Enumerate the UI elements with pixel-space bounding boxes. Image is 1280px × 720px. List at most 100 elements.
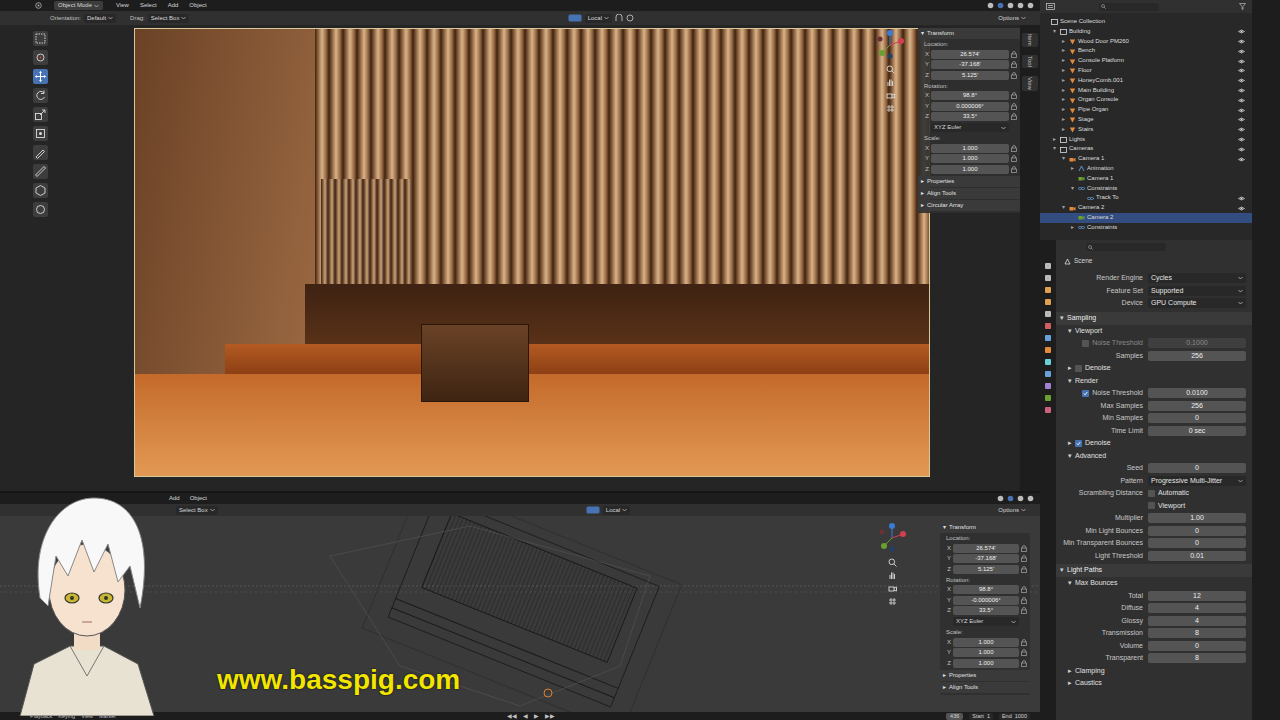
visibility-toggle[interactable]: [1238, 29, 1246, 34]
checkbox[interactable]: [1148, 490, 1155, 497]
playback-button[interactable]: ◀: [523, 712, 528, 720]
panel-header[interactable]: ▾Transform: [940, 522, 1030, 533]
menu-item[interactable]: View: [112, 1, 133, 10]
collapsed-panel[interactable]: ▸Circular Array: [918, 200, 1020, 211]
visibility-toggle[interactable]: [1238, 196, 1246, 201]
pan-hand-icon[interactable]: [888, 571, 897, 580]
subsection-title[interactable]: Viewport: [1075, 326, 1102, 337]
value-field[interactable]: 0: [1148, 538, 1246, 548]
options-dropdown[interactable]: Options: [998, 506, 1026, 515]
properties-tab-icon[interactable]: [1044, 286, 1052, 294]
pivot-dropdown[interactable]: Local: [603, 506, 630, 515]
value-field[interactable]: 1.000: [931, 144, 1009, 153]
outliner-label[interactable]: Stairs: [1078, 125, 1093, 135]
expand-arrow[interactable]: ▸: [1062, 56, 1069, 66]
collapse-arrow[interactable]: ▾: [1068, 578, 1072, 589]
collapse-arrow[interactable]: ▾: [943, 523, 946, 532]
menu-item[interactable]: Object: [185, 1, 210, 10]
value-field[interactable]: 256: [1148, 401, 1246, 411]
value-field[interactable]: 0.0100: [1148, 388, 1246, 398]
eye-icon[interactable]: [1238, 196, 1245, 201]
menu-item[interactable]: Add: [164, 1, 183, 10]
visibility-toggle[interactable]: [1238, 98, 1246, 103]
tool-button[interactable]: [33, 145, 48, 160]
outliner-row[interactable]: ▸Animation: [1040, 164, 1252, 174]
expand-arrow[interactable]: ▸: [1062, 66, 1069, 76]
end-frame-field[interactable]: End1000: [999, 713, 1030, 720]
visibility-toggle[interactable]: [1238, 147, 1246, 152]
subsection-title[interactable]: Max Bounces: [1075, 578, 1117, 589]
sidebar-tab[interactable]: Tool: [1022, 55, 1038, 68]
tool-button[interactable]: [33, 202, 48, 217]
checkbox[interactable]: [1082, 340, 1089, 347]
outliner-row[interactable]: Scene Collection: [1040, 17, 1252, 27]
value-field[interactable]: 1.00: [1148, 513, 1246, 523]
value-field[interactable]: 26.574': [953, 544, 1019, 553]
camera-view-icon[interactable]: [886, 91, 895, 100]
expand-arrow[interactable]: ▸: [921, 201, 924, 210]
tool-button[interactable]: [33, 88, 48, 103]
lock-icon[interactable]: [1011, 92, 1017, 99]
visibility-toggle[interactable]: [1238, 206, 1246, 211]
outliner-label[interactable]: Building: [1069, 27, 1090, 37]
properties-tab-icon[interactable]: [1044, 358, 1052, 366]
rotation-mode-dropdown[interactable]: XYZ Euler: [953, 617, 1019, 626]
lock-icon[interactable]: [1021, 566, 1027, 573]
collapsed-panel[interactable]: ▸Properties: [940, 670, 1030, 681]
tool-button[interactable]: [33, 164, 48, 179]
value-field[interactable]: -37.168': [953, 554, 1019, 563]
outliner-label[interactable]: Console Platform: [1078, 56, 1124, 66]
lock-icon[interactable]: [1021, 597, 1027, 604]
properties-tab-icon[interactable]: [1044, 334, 1052, 342]
expand-arrow[interactable]: ▸: [921, 177, 924, 186]
playback-button[interactable]: ◀◀: [507, 712, 517, 720]
lock-icon[interactable]: [1011, 103, 1017, 110]
menu-item[interactable]: Add: [166, 494, 183, 503]
outliner-row[interactable]: ▸ Console Platform: [1040, 56, 1252, 66]
property-dropdown[interactable]: Supported: [1148, 286, 1246, 296]
axis-gizmo-icon[interactable]: [874, 29, 906, 61]
properties-tab-icon[interactable]: [1044, 274, 1052, 282]
orientation-icon[interactable]: [586, 506, 600, 514]
camera-view-icon[interactable]: [888, 584, 897, 593]
eye-icon[interactable]: [1238, 29, 1245, 34]
visibility-toggle[interactable]: [1238, 88, 1246, 93]
value-field[interactable]: 0: [1148, 463, 1246, 473]
expand-arrow[interactable]: ▸: [1062, 115, 1069, 125]
header-dropdown[interactable]: Default: [84, 14, 116, 23]
value-field[interactable]: 0: [1148, 526, 1246, 536]
value-field[interactable]: 0: [1148, 641, 1246, 651]
zoom-icon[interactable]: [886, 65, 895, 74]
sidebar-tab[interactable]: Item: [1022, 33, 1038, 47]
outliner-row[interactable]: ▸Organ Console: [1040, 95, 1252, 105]
section-title[interactable]: Light Paths: [1067, 565, 1102, 576]
properties-search-field[interactable]: [1086, 243, 1166, 251]
value-field[interactable]: 1.000: [953, 659, 1019, 668]
outliner-row[interactable]: Camera 1: [1040, 174, 1252, 184]
outliner-label[interactable]: Scene Collection: [1060, 17, 1105, 27]
collapse-arrow[interactable]: ▾: [921, 29, 924, 38]
outliner-row[interactable]: ▸Main Building: [1040, 86, 1252, 96]
visibility-toggle[interactable]: [1238, 117, 1246, 122]
collapse-arrow[interactable]: ▸: [1068, 678, 1072, 689]
eye-icon[interactable]: [1238, 157, 1245, 162]
outliner-label[interactable]: Camera 2: [1087, 213, 1113, 223]
lock-icon[interactable]: [1021, 607, 1027, 614]
visibility-toggle[interactable]: [1238, 59, 1246, 64]
outliner-label[interactable]: Bench: [1078, 46, 1095, 56]
eye-icon[interactable]: [1238, 78, 1245, 83]
eye-icon[interactable]: [1238, 39, 1245, 44]
subsection-title[interactable]: Render: [1075, 376, 1098, 387]
eye-icon[interactable]: [1238, 68, 1245, 73]
outliner-row[interactable]: Camera 2: [1040, 213, 1252, 223]
header-dropdown[interactable]: Select Box: [148, 14, 190, 23]
shading-icon[interactable]: [1027, 495, 1034, 502]
outliner-row[interactable]: ▾Cameras: [1040, 144, 1252, 154]
checkbox[interactable]: [1082, 390, 1089, 397]
mode-dropdown[interactable]: Object Mode: [54, 1, 103, 10]
value-field[interactable]: -37.168': [931, 60, 1009, 69]
shading-icon[interactable]: [1027, 2, 1034, 9]
expand-arrow[interactable]: ▸: [943, 683, 946, 692]
expand-arrow[interactable]: ▾: [1062, 203, 1069, 213]
zoom-icon[interactable]: [888, 558, 897, 567]
